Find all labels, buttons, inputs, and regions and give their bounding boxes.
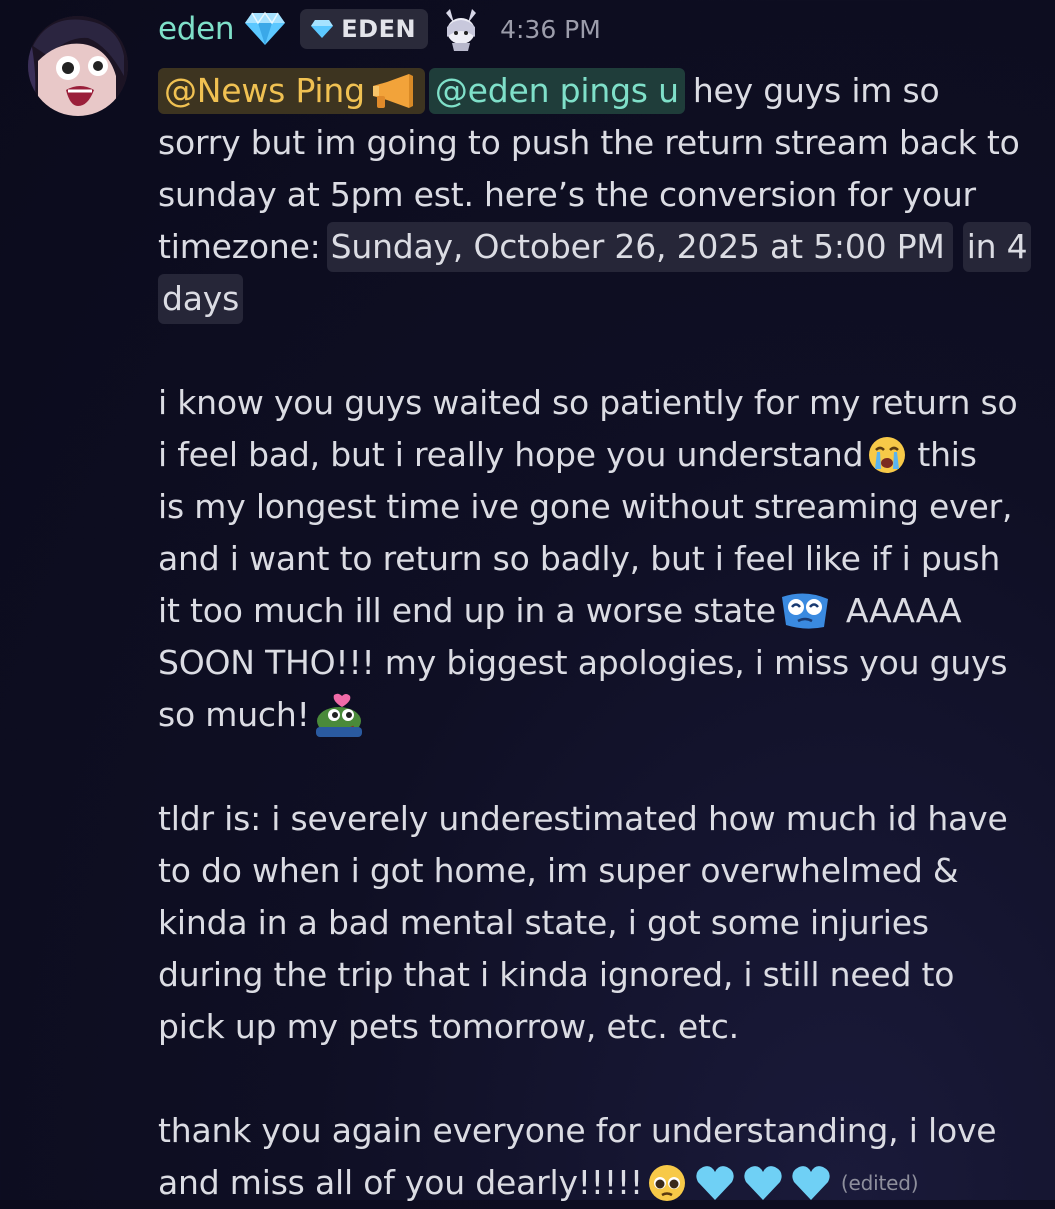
message-line: so much! bbox=[158, 689, 1038, 741]
message-line: thank you again everyone for understandi… bbox=[158, 1111, 997, 1150]
light-blue-heart-emoji-icon bbox=[791, 1164, 831, 1202]
gem-emoji-icon bbox=[244, 11, 286, 47]
megaphone-emoji-icon bbox=[369, 72, 415, 110]
user-avatar[interactable] bbox=[28, 16, 128, 116]
message-line: timezone: Sunday, October 26, 2025 at 5:… bbox=[158, 221, 1038, 273]
catgirl-badge-icon bbox=[438, 7, 482, 51]
crying-face-emoji-icon bbox=[867, 435, 907, 475]
light-blue-heart-emoji-icon bbox=[743, 1164, 783, 1202]
message-line: pick up my pets tomorrow, etc. etc. bbox=[158, 1007, 739, 1046]
role-tag[interactable]: EDEN bbox=[300, 9, 429, 49]
message-line: it too much ill end up in a worse state … bbox=[158, 591, 962, 631]
pleading-face-emoji-icon bbox=[647, 1163, 687, 1203]
message-line: sorry but im going to push the return st… bbox=[158, 123, 1020, 162]
message-line: during the trip that i kinda ignored, i … bbox=[158, 955, 955, 994]
message-timestamp[interactable]: 4:36 PM bbox=[500, 15, 601, 44]
message-line: tldr is: i severely underestimated how m… bbox=[158, 799, 1008, 838]
username[interactable]: eden bbox=[158, 11, 235, 47]
message-line: and miss all of you dearly!!!!! (edited) bbox=[158, 1157, 1038, 1209]
message-line: to do when i got home, im super overwhel… bbox=[158, 851, 959, 890]
role-mention-eden-pings[interactable]: @eden pings u bbox=[428, 68, 685, 114]
message-content: @News Ping @eden pings u hey guys im so … bbox=[158, 65, 1038, 1209]
message-header: eden EDEN 4:36 PM bbox=[158, 6, 601, 52]
light-blue-heart-emoji-icon bbox=[695, 1164, 735, 1202]
message-line: kinda in a bad mental state, i got some … bbox=[158, 903, 929, 942]
message-line: sunday at 5pm est. here’s the conversion… bbox=[158, 175, 976, 214]
role-tag-label: EDEN bbox=[341, 15, 417, 43]
gem-icon bbox=[310, 19, 334, 39]
role-mention-news-ping[interactable]: @News Ping bbox=[158, 68, 425, 114]
distressed-custom-emoji-icon bbox=[780, 591, 830, 631]
message-line: days bbox=[158, 273, 1038, 325]
peepo-heart-custom-emoji-icon bbox=[314, 693, 364, 737]
message-line: and i want to return so badly, but i fee… bbox=[158, 539, 1001, 578]
message-line: is my longest time ive gone without stre… bbox=[158, 487, 1013, 526]
edited-label: (edited) bbox=[840, 1171, 919, 1195]
relative-time-chip-continued[interactable]: days bbox=[158, 274, 244, 324]
message-line: @News Ping @eden pings u hey guys im so bbox=[158, 65, 1038, 117]
relative-time-chip[interactable]: in 4 bbox=[962, 222, 1032, 272]
message-line: i feel bad, but i really hope you unders… bbox=[158, 435, 977, 475]
message-line: i know you guys waited so patiently for … bbox=[158, 383, 1018, 422]
timestamp-chip[interactable]: Sunday, October 26, 2025 at 5:00 PM bbox=[326, 222, 953, 272]
message-line: SOON THO!!! my biggest apologies, i miss… bbox=[158, 643, 1008, 682]
